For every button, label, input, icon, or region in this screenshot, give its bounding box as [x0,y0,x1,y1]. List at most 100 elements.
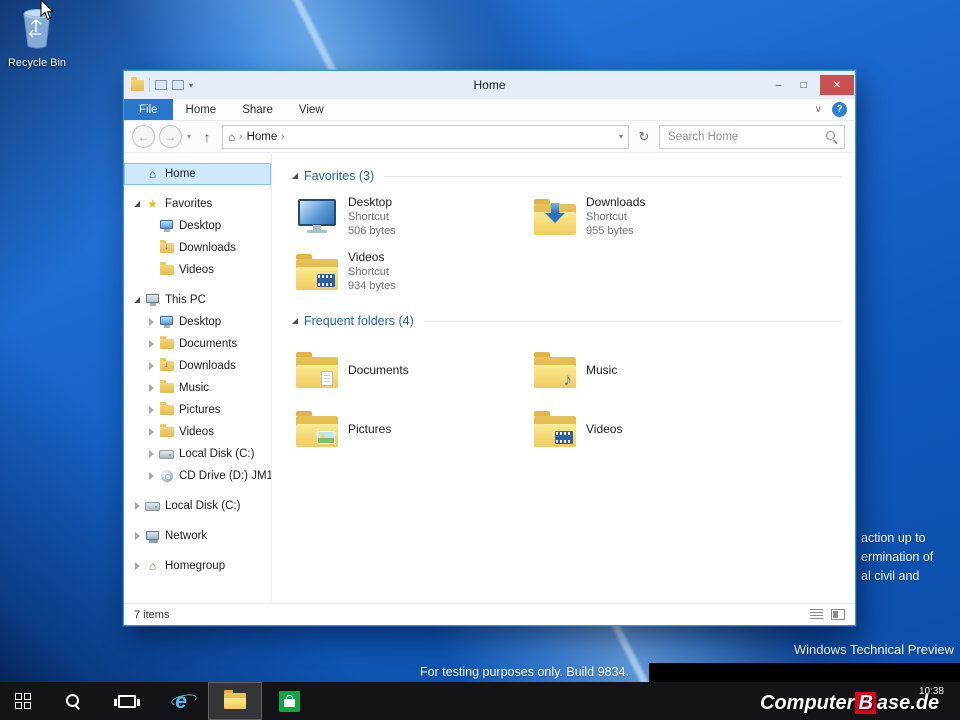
twisty-collapsed-icon[interactable] [146,404,158,416]
sidebar-item-network[interactable]: Network [124,525,271,547]
taskbar-store[interactable] [262,682,316,720]
search-icon [66,694,80,708]
new-folder-icon[interactable] [172,80,184,90]
site-watermark: ComputerBase.de [760,692,939,715]
tab-share[interactable]: Share [229,99,286,120]
redaction-box [649,663,960,684]
file-tile-desktop[interactable]: Desktop Shortcut 506 bytes [292,193,530,241]
details-view-icon[interactable] [810,609,823,620]
sidebar-item-pc-desktop[interactable]: Desktop [124,311,271,333]
documents-folder-icon [158,337,175,351]
sidebar-item-pc-documents[interactable]: Documents [124,333,271,355]
hard-drive-icon [144,499,161,513]
taskbar-file-explorer[interactable] [208,682,262,720]
twisty-collapsed-icon[interactable] [146,338,158,350]
sidebar-item-pc-music[interactable]: Music [124,377,271,399]
folder-tile-documents[interactable]: Documents [292,344,530,396]
videos-folder-icon [158,263,175,277]
customize-qat-dropdown-icon[interactable]: ▾ [189,81,193,90]
twisty-expanded-icon[interactable] [132,198,144,210]
breadcrumb-home[interactable]: Home [247,131,278,143]
group-collapse-icon[interactable] [290,170,302,182]
eula-line: action up to [861,529,933,548]
taskbar-search-button[interactable] [46,682,100,720]
hard-drive-icon [158,447,175,461]
twisty-collapsed-icon[interactable] [146,382,158,394]
breadcrumb-separator-icon: › [281,131,284,142]
start-button[interactable] [0,682,46,720]
sidebar-item-pc-local-disk[interactable]: Local Disk (C:) [124,443,271,465]
home-icon: ⌂ [144,167,161,181]
sidebar-item-home[interactable]: ⌂ Home [124,163,271,185]
folder-tile-pictures[interactable]: Pictures [292,403,530,455]
sidebar-item-pc-cd-drive[interactable]: CD Drive (D:) JM1 [124,465,271,487]
task-view-icon [118,695,136,708]
item-count: 7 items [134,609,169,621]
twisty-collapsed-icon[interactable] [146,316,158,328]
sidebar-item-fav-downloads[interactable]: Downloads [124,237,271,259]
taskbar-internet-explorer[interactable]: e [154,682,208,720]
file-explorer-icon [224,693,246,709]
twisty-collapsed-icon[interactable] [146,426,158,438]
twisty-collapsed-icon[interactable] [132,530,144,542]
file-tile-videos[interactable]: Videos Shortcut 934 bytes [292,248,530,296]
folder-tile-videos[interactable]: Videos [530,403,768,455]
this-pc-icon [144,293,161,307]
close-button[interactable]: ✕ [820,75,854,95]
up-button[interactable]: ↑ [196,129,218,145]
music-folder-icon [158,381,175,395]
sidebar-item-pc-pictures[interactable]: Pictures [124,399,271,421]
twisty-collapsed-icon[interactable] [146,448,158,460]
sidebar-item-pc-downloads[interactable]: Downloads [124,355,271,377]
videos-shortcut-icon [292,248,342,296]
tab-view[interactable]: View [286,99,337,120]
back-button[interactable]: ← [132,125,155,148]
maximize-button[interactable]: □ [791,75,816,95]
sidebar-item-this-pc[interactable]: This PC [124,289,271,311]
breadcrumb[interactable]: ⌂ › Home › ▾ [222,125,629,149]
videos-folder-icon [530,403,580,455]
windows-logo-icon [15,693,31,709]
thumbnail-view-icon[interactable] [831,609,845,620]
search-input[interactable] [666,130,825,144]
tab-file[interactable]: File [124,99,173,120]
group-collapse-icon[interactable] [290,315,302,327]
internet-explorer-icon: e [175,691,187,712]
tab-home[interactable]: Home [173,99,230,120]
caption-buttons: – □ ✕ [766,71,855,99]
pictures-folder-icon [292,403,342,455]
refresh-button[interactable]: ↻ [633,129,655,145]
sidebar-item-fav-videos[interactable]: Videos [124,259,271,281]
twisty-collapsed-icon[interactable] [132,500,144,512]
group-header-favorites: Favorites (3) [290,165,841,187]
sidebar-item-local-disk[interactable]: Local Disk (C:) [124,495,271,517]
forward-button[interactable]: → [159,125,182,148]
watermark-title: Windows Technical Preview [794,642,954,657]
mouse-cursor [40,0,54,21]
twisty-collapsed-icon[interactable] [132,560,144,572]
recycle-bin[interactable]: Recycle Bin [6,6,68,69]
sidebar-item-fav-desktop[interactable]: Desktop [124,215,271,237]
file-tile-downloads[interactable]: Downloads Shortcut 955 bytes [530,193,768,241]
properties-icon[interactable] [155,80,167,90]
status-bar: 7 items [124,603,855,625]
explorer-window: ▾ Home – □ ✕ File Home Share View ∨ ? ← … [123,70,856,626]
twisty-expanded-icon[interactable] [132,294,144,306]
search-icon[interactable] [825,130,838,143]
navigation-pane: ⌂ Home ★ Favorites Desktop Downloads [124,153,272,603]
ribbon-collapse-icon[interactable]: ∨ [815,104,822,115]
pictures-folder-icon [158,403,175,417]
sidebar-item-homegroup[interactable]: ⌂ Homegroup [124,555,271,577]
sidebar-item-favorites[interactable]: ★ Favorites [124,193,271,215]
recent-locations-dropdown-icon[interactable]: ▾ [186,132,192,141]
minimize-button[interactable]: – [766,75,791,95]
address-dropdown-icon[interactable]: ▾ [619,132,623,141]
twisty-collapsed-icon[interactable] [146,470,158,482]
twisty-collapsed-icon[interactable] [146,360,158,372]
help-icon[interactable]: ? [832,102,847,117]
folder-tile-music[interactable]: ♪ Music [530,344,768,396]
task-view-button[interactable] [100,682,154,720]
store-icon [279,691,300,712]
sidebar-item-pc-videos[interactable]: Videos [124,421,271,443]
favorites-grid: Desktop Shortcut 506 bytes Downloads Sho… [292,193,841,296]
